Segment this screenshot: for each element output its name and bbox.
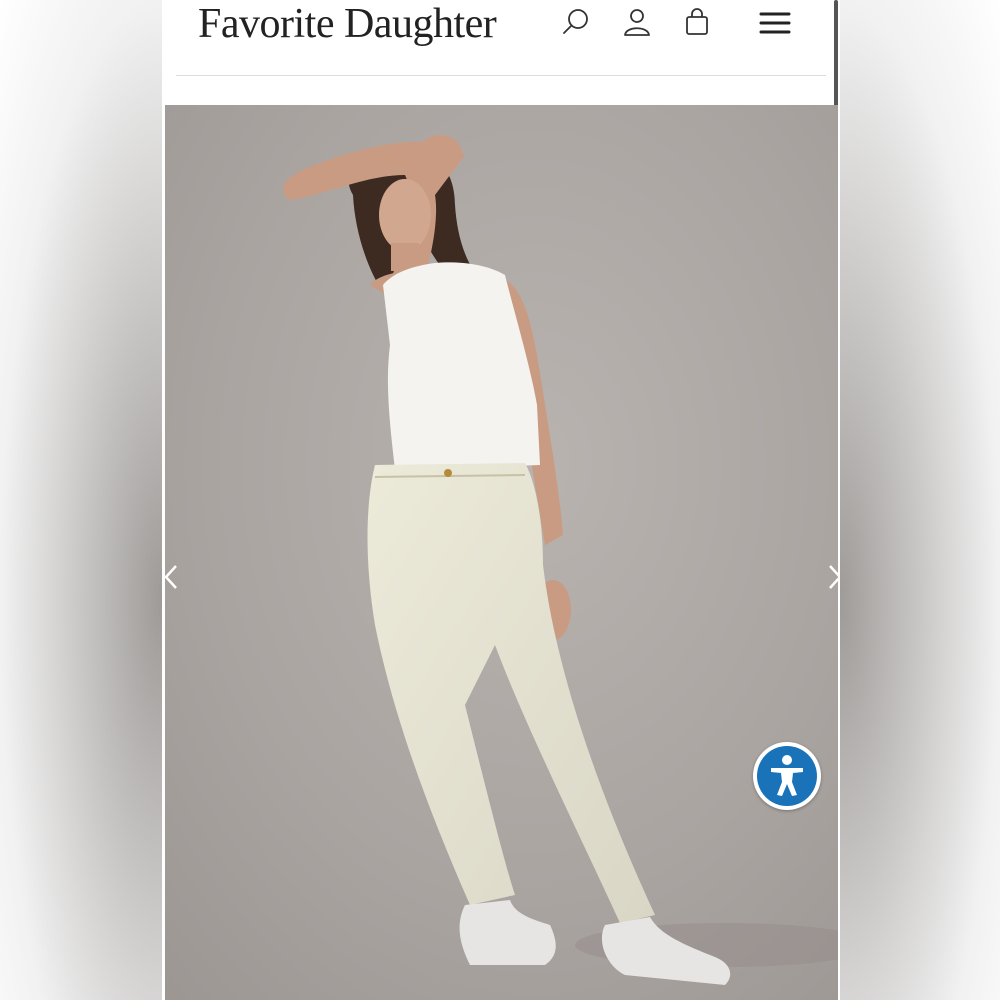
- brand-logo[interactable]: Favorite Daughter: [198, 0, 497, 48]
- shopping-bag-icon[interactable]: [681, 6, 713, 38]
- product-photo-model: [165, 105, 838, 1000]
- header-divider: [176, 75, 826, 76]
- accessibility-button[interactable]: [753, 742, 821, 810]
- chevron-right-icon[interactable]: [825, 563, 838, 591]
- background-blur-left: [0, 0, 162, 1000]
- search-icon[interactable]: [560, 6, 592, 38]
- product-image-carousel[interactable]: [165, 105, 838, 1000]
- mobile-page: Favorite Daughter: [162, 0, 840, 1000]
- site-header: Favorite Daughter: [162, 0, 840, 104]
- account-icon[interactable]: [621, 6, 653, 38]
- background-blur-right: [838, 0, 1000, 1000]
- hamburger-menu-icon[interactable]: [759, 6, 791, 38]
- chevron-left-icon[interactable]: [165, 563, 183, 591]
- accessibility-person-icon: [757, 746, 817, 806]
